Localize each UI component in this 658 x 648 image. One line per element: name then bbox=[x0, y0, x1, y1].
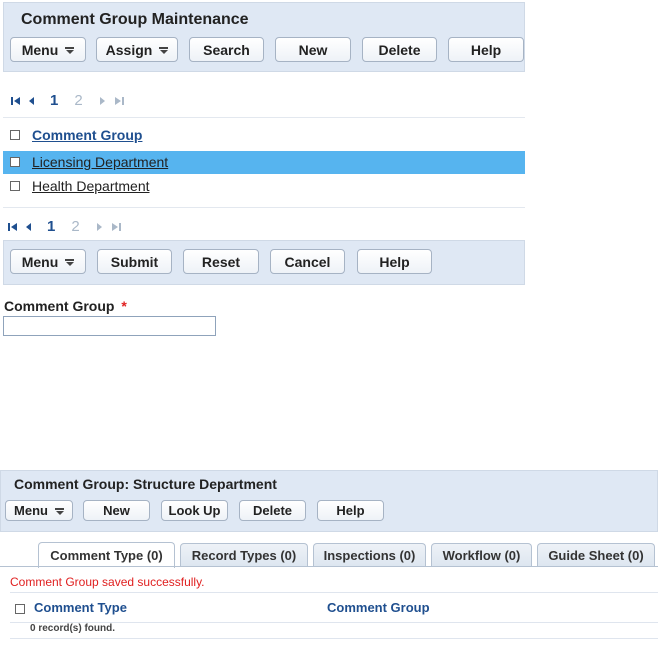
help-button[interactable]: Help bbox=[448, 37, 524, 62]
menu-button[interactable]: Menu bbox=[5, 500, 73, 521]
menu-button[interactable]: Menu bbox=[10, 249, 86, 274]
next-page-icon[interactable] bbox=[97, 95, 109, 107]
prev-page-icon[interactable] bbox=[26, 95, 38, 107]
pager-bottom: 1 2 bbox=[7, 218, 122, 235]
page-1[interactable]: 1 bbox=[50, 92, 58, 109]
page-1[interactable]: 1 bbox=[47, 218, 55, 235]
dropdown-icon bbox=[65, 46, 75, 54]
last-page-icon[interactable] bbox=[113, 95, 125, 107]
prev-page-icon[interactable] bbox=[23, 221, 35, 233]
tab-workflow[interactable]: Workflow (0) bbox=[431, 543, 532, 566]
cancel-button[interactable]: Cancel bbox=[270, 249, 345, 274]
search-button[interactable]: Search bbox=[189, 37, 264, 62]
detail-title: Comment Group: Structure Department bbox=[14, 476, 277, 492]
required-marker: * bbox=[121, 298, 127, 314]
page-title: Comment Group Maintenance bbox=[21, 11, 249, 28]
comment-group-label: Comment Group * bbox=[4, 298, 127, 314]
field-label-text: Comment Group bbox=[4, 298, 115, 314]
delete-button[interactable]: Delete bbox=[362, 37, 437, 62]
pager-top: 1 2 bbox=[10, 92, 125, 109]
menu-button-label: Menu bbox=[14, 503, 48, 518]
lookup-button[interactable]: Look Up bbox=[161, 500, 228, 521]
comment-group-input[interactable] bbox=[3, 316, 216, 336]
row-link[interactable]: Health Department bbox=[32, 178, 150, 194]
column-header-comment-type[interactable]: Comment Type bbox=[34, 600, 127, 615]
menu-button-label: Menu bbox=[21, 253, 59, 270]
dropdown-icon bbox=[54, 507, 64, 515]
row-checkbox[interactable] bbox=[10, 181, 20, 191]
records-found: 0 record(s) found. bbox=[30, 623, 116, 634]
help-button[interactable]: Help bbox=[317, 500, 384, 521]
tab-inspections[interactable]: Inspections (0) bbox=[313, 543, 426, 566]
menu-button-label: Menu bbox=[21, 41, 59, 58]
page-2[interactable]: 2 bbox=[74, 92, 82, 109]
column-header-comment-group[interactable]: Comment Group bbox=[32, 127, 142, 143]
menu-button[interactable]: Menu bbox=[10, 37, 86, 62]
dropdown-icon bbox=[159, 46, 169, 54]
select-all-checkbox[interactable] bbox=[15, 604, 25, 614]
assign-button[interactable]: Assign bbox=[96, 37, 178, 62]
tab-record-types[interactable]: Record Types (0) bbox=[180, 543, 308, 566]
next-page-icon[interactable] bbox=[94, 221, 106, 233]
first-page-icon[interactable] bbox=[7, 221, 19, 233]
reset-button[interactable]: Reset bbox=[183, 249, 259, 274]
delete-button[interactable]: Delete bbox=[239, 500, 306, 521]
new-button[interactable]: New bbox=[275, 37, 351, 62]
tab-guide-sheet[interactable]: Guide Sheet (0) bbox=[537, 543, 655, 566]
new-button[interactable]: New bbox=[83, 500, 150, 521]
help-button[interactable]: Help bbox=[357, 249, 432, 274]
submit-button[interactable]: Submit bbox=[97, 249, 172, 274]
column-header-comment-group[interactable]: Comment Group bbox=[327, 600, 430, 615]
dropdown-icon bbox=[65, 258, 75, 266]
grid-bottom-border bbox=[10, 638, 658, 639]
last-page-icon[interactable] bbox=[110, 221, 122, 233]
page-2[interactable]: 2 bbox=[71, 218, 79, 235]
row-checkbox[interactable] bbox=[10, 157, 20, 167]
select-all-checkbox[interactable] bbox=[10, 130, 20, 140]
success-message: Comment Group saved successfully. bbox=[10, 575, 205, 589]
first-page-icon[interactable] bbox=[10, 95, 22, 107]
tab-strip-line bbox=[0, 566, 658, 567]
list-bottom-border bbox=[3, 207, 525, 208]
tab-comment-type[interactable]: Comment Type (0) bbox=[38, 542, 175, 568]
assign-button-label: Assign bbox=[105, 41, 153, 58]
row-link[interactable]: Licensing Department bbox=[32, 154, 168, 170]
